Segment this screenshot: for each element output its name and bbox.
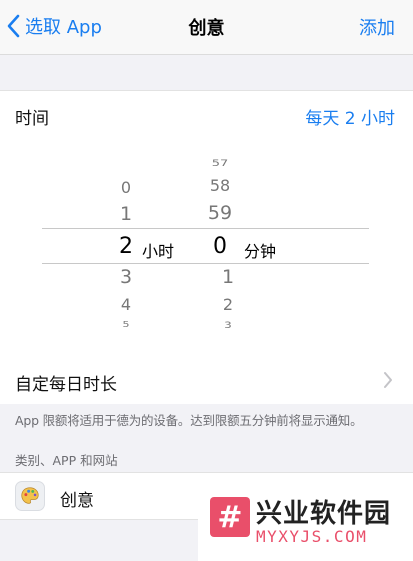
picker-selection-top-line — [42, 228, 369, 229]
watermark-domain: MYXYJS.COM — [256, 527, 368, 546]
custom-daily-duration-row[interactable]: 自定每日时长 — [0, 356, 413, 404]
minute-option[interactable]: 57 — [200, 159, 240, 168]
chevron-right-icon — [384, 372, 392, 388]
hours-unit-label: 小时 — [142, 242, 175, 261]
time-value: 每天 2 小时 — [305, 109, 395, 129]
palette-icon — [15, 481, 45, 511]
hour-selected[interactable]: 2 — [106, 236, 146, 258]
minute-option[interactable]: 58 — [200, 178, 240, 194]
minutes-unit-label: 分钟 — [244, 242, 277, 261]
hour-option[interactable]: 3 — [106, 268, 146, 287]
hour-option[interactable]: 1 — [106, 205, 146, 224]
navigation-bar: 选取 App 创意 添加 — [0, 0, 413, 55]
minute-option[interactable]: 3 — [208, 321, 248, 330]
watermark: # 兴业软件园 MYXYJS.COM — [198, 487, 413, 561]
watermark-title: 兴业软件园 — [256, 499, 392, 529]
back-button-label: 选取 App — [25, 17, 102, 38]
hour-option[interactable]: 5 — [106, 321, 146, 329]
app-name: 创意 — [60, 491, 94, 511]
custom-daily-duration-label: 自定每日时长 — [15, 375, 117, 395]
time-picker[interactable]: 0 1 2 3 4 5 小时 57 58 59 0 1 2 3 分钟 — [0, 136, 413, 356]
minute-option[interactable]: 59 — [200, 204, 240, 223]
chevron-left-icon — [7, 14, 20, 38]
add-button[interactable]: 添加 — [359, 14, 395, 40]
hour-option[interactable]: 4 — [106, 297, 146, 313]
limit-note: App 限额将适用于德为的设备。达到限额五分钟前将显示通知。 — [15, 413, 363, 428]
hour-option[interactable]: 0 — [106, 180, 146, 196]
minute-option[interactable]: 1 — [208, 268, 248, 287]
watermark-logo-icon: # — [210, 497, 250, 537]
time-row[interactable]: 时间 每天 2 小时 — [0, 90, 413, 137]
minute-selected[interactable]: 0 — [210, 236, 230, 258]
section-header: 类别、APP 和网站 — [15, 453, 118, 468]
picker-selection-bottom-line — [42, 263, 369, 264]
back-button[interactable]: 选取 App — [7, 13, 102, 39]
minute-option[interactable]: 2 — [208, 297, 248, 313]
time-label: 时间 — [15, 109, 49, 129]
